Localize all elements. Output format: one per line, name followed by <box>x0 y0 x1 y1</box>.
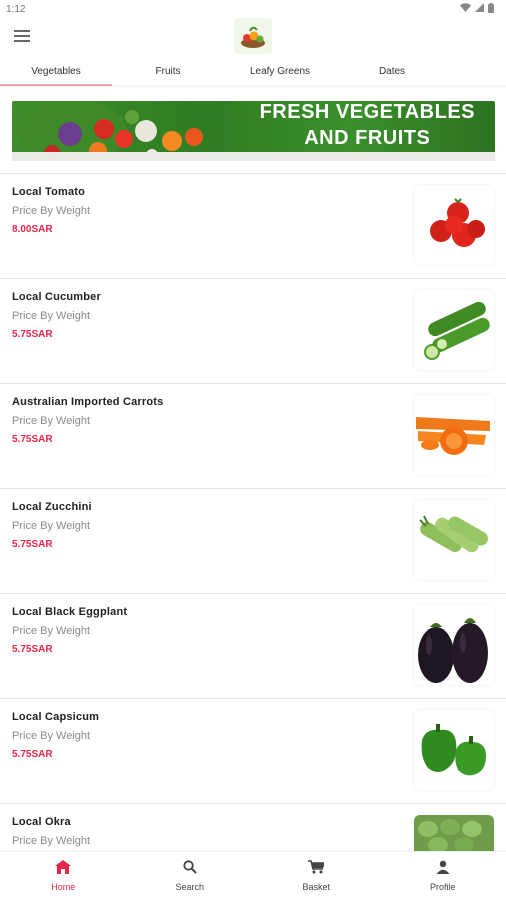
product-subtitle: Price By Weight <box>12 520 91 532</box>
tab-dates[interactable]: Dates <box>336 56 448 86</box>
eggplant-image[interactable] <box>414 605 494 685</box>
product-item-cucumber[interactable]: Local Cucumber Price By Weight 5.75SAR <box>0 278 506 383</box>
capsicum-image[interactable] <box>414 710 494 790</box>
product-name: Local Capsicum <box>12 711 100 723</box>
product-item-okra[interactable]: Local Okra Price By Weight <box>0 803 506 852</box>
category-tabs: Vegetables Fruits Leafy Greens Dates <box>0 56 506 87</box>
banner-line-2: AND FRUITS <box>304 127 431 149</box>
carrot-image[interactable] <box>414 395 494 475</box>
product-name: Australian Imported Carrots <box>12 396 164 408</box>
product-subtitle: Price By Weight <box>12 310 91 322</box>
product-list-area[interactable]: FRESH VEGETABLES AND FRUITS Local Tomato… <box>0 88 506 852</box>
product-name: Local Tomato <box>12 186 86 198</box>
product-price: 8.00SAR <box>12 224 53 235</box>
product-item-carrots[interactable]: Australian Imported Carrots Price By Wei… <box>0 383 506 488</box>
banner-text: FRESH VEGETABLES AND FRUITS <box>260 101 475 151</box>
nav-search[interactable]: Search <box>127 852 254 900</box>
product-subtitle: Price By Weight <box>12 730 91 742</box>
product-item-zucchini[interactable]: Local Zucchini Price By Weight 5.75SAR <box>0 488 506 593</box>
store-logo <box>234 18 272 54</box>
product-list: Local Tomato Price By Weight 8.00SAR Loc… <box>0 173 506 852</box>
tab-fruits[interactable]: Fruits <box>112 56 224 86</box>
product-subtitle: Price By Weight <box>12 415 91 427</box>
product-name: Local Black Eggplant <box>12 606 128 618</box>
product-item-tomato[interactable]: Local Tomato Price By Weight 8.00SAR <box>0 173 506 278</box>
product-price: 5.75SAR <box>12 644 53 655</box>
product-name: Local Cucumber <box>12 291 101 303</box>
status-bar: 1:12 <box>0 0 506 18</box>
nav-profile-label: Profile <box>429 882 456 892</box>
home-icon <box>55 860 72 879</box>
nav-basket-label: Basket <box>302 882 330 892</box>
nav-basket[interactable]: Basket <box>253 852 380 900</box>
tab-vegetables[interactable]: Vegetables <box>0 56 112 86</box>
profile-icon <box>436 860 450 879</box>
product-name: Local Okra <box>12 816 71 828</box>
product-name: Local Zucchini <box>12 501 92 513</box>
nav-home-label: Home <box>51 882 76 892</box>
promo-banner[interactable]: FRESH VEGETABLES AND FRUITS <box>12 101 495 161</box>
product-price: 5.75SAR <box>12 434 53 445</box>
signal-icon <box>475 3 484 15</box>
product-price: 5.75SAR <box>12 539 53 550</box>
status-icons <box>460 2 494 16</box>
nav-profile[interactable]: Profile <box>380 852 506 900</box>
product-subtitle: Price By Weight <box>12 625 91 637</box>
cucumber-image[interactable] <box>414 290 494 370</box>
nav-search-label: Search <box>175 882 205 892</box>
app-bar <box>0 18 506 56</box>
product-price: 5.75SAR <box>12 329 53 340</box>
tomato-image[interactable] <box>414 185 494 265</box>
cart-icon <box>308 860 326 879</box>
product-item-capsicum[interactable]: Local Capsicum Price By Weight 5.75SAR <box>0 698 506 803</box>
tab-leafy-greens[interactable]: Leafy Greens <box>224 56 336 86</box>
banner-line-1: FRESH VEGETABLES <box>259 101 475 123</box>
nav-home[interactable]: Home <box>0 852 127 900</box>
menu-icon[interactable] <box>14 30 30 42</box>
status-time: 1:12 <box>6 3 26 15</box>
battery-icon <box>488 2 494 16</box>
product-item-eggplant[interactable]: Local Black Eggplant Price By Weight 5.7… <box>0 593 506 698</box>
product-subtitle: Price By Weight <box>12 205 91 217</box>
product-subtitle: Price By Weight <box>12 835 91 847</box>
product-price: 5.75SAR <box>12 749 53 760</box>
search-icon <box>183 860 197 879</box>
zucchini-image[interactable] <box>414 500 494 580</box>
bottom-navigation: Home Search Basket Profile <box>0 851 506 900</box>
wifi-icon <box>460 3 471 15</box>
okra-image[interactable] <box>414 815 494 852</box>
